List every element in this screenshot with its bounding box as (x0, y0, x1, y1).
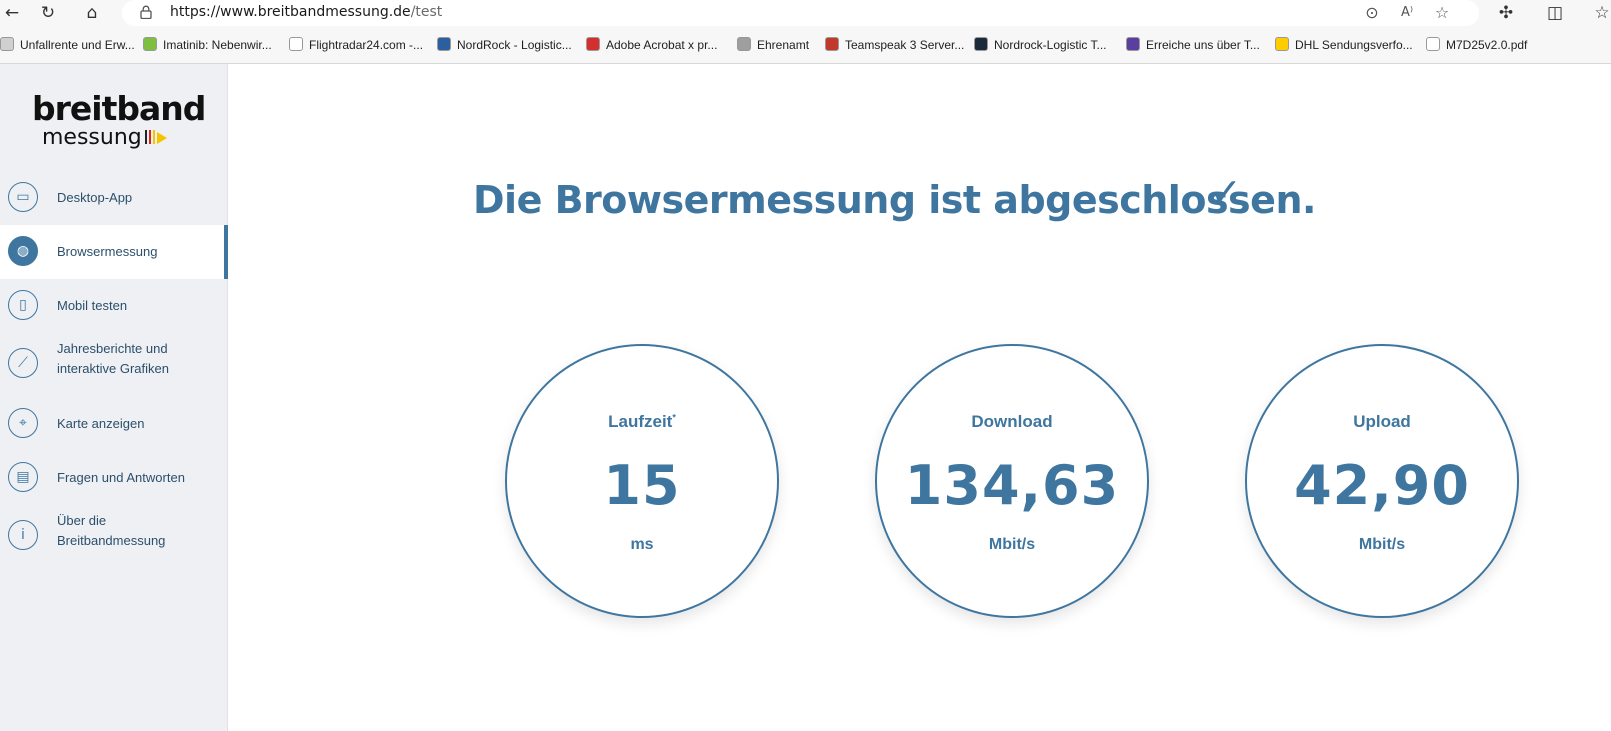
completion-title: Die Browsermessung ist abgeschlossen. (473, 178, 1316, 222)
bookmark-favicon-icon (289, 37, 303, 51)
bookmark-item[interactable]: Imatinib: Nebenwir... (143, 35, 272, 55)
result-circle-download: Download 134,63 Mbit/s (875, 344, 1149, 618)
bookmark-favicon-icon (1275, 37, 1289, 51)
result-value: 42,90 (1294, 454, 1470, 517)
sidebar-item-map-pin[interactable]: ⌖ Karte anzeigen (0, 397, 228, 451)
bookmark-label: Teamspeak 3 Server... (845, 38, 965, 52)
bookmark-item[interactable]: Adobe Acrobat x pr... (586, 35, 717, 55)
bookmark-favicon-icon (1126, 37, 1140, 51)
bookmark-label: NordRock - Logistic... (457, 38, 572, 52)
logo-play-triangle (156, 132, 167, 144)
bookmark-item[interactable]: Ehrenamt (737, 35, 809, 55)
bookmark-label: Flightradar24.com -... (309, 38, 424, 52)
map-pin-icon: ⌖ (8, 408, 38, 438)
result-value: 134,63 (904, 454, 1120, 517)
sidebar-item-chart[interactable]: ⟋ Jahresberichte und interaktive Grafiken (0, 332, 228, 396)
bookmark-item[interactable]: M7D25v2.0.pdf (1426, 35, 1527, 55)
bookmark-label: Erreiche uns über T... (1146, 38, 1260, 52)
reload-icon[interactable]: ↻ (36, 2, 60, 24)
chart-icon: ⟋ (8, 348, 38, 378)
checkmark-icon: ✓ (1210, 170, 1242, 214)
sidebar-item-label: Fragen und Antworten (57, 470, 185, 485)
monitor-icon: ▭ (8, 182, 38, 212)
favorites-icon[interactable]: ☆ (1590, 2, 1611, 24)
result-circle-laufzeit: Laufzeit* 15 ms (505, 344, 779, 618)
phone-icon: ▯ (8, 290, 38, 320)
bookmark-item[interactable]: DHL Sendungsverfo... (1275, 35, 1413, 55)
logo-bottom-row: messung (42, 126, 205, 150)
bookmark-item[interactable]: Unfallrente und Erw... (0, 35, 135, 55)
url-host: https://www.breitbandmessung.de (170, 4, 411, 20)
result-unit: ms (630, 536, 654, 553)
result-label: Laufzeit* (608, 412, 676, 431)
bookmark-label: DHL Sendungsverfo... (1295, 38, 1413, 52)
split-screen-icon[interactable]: ◫ (1543, 2, 1567, 24)
bookmarks-bar: Unfallrente und Erw... Imatinib: Nebenwir… (0, 31, 1611, 59)
result-value: 15 (603, 454, 681, 517)
sidebar-item-monitor[interactable]: ▭ Desktop-App (0, 171, 228, 225)
sidebar-item-label: Über die Breitbandmessung (57, 513, 166, 548)
extensions-icon[interactable]: ✣ (1494, 2, 1518, 24)
bookmark-item[interactable]: Flightradar24.com -... (289, 35, 423, 55)
sidebar-item-label: Mobil testen (57, 298, 128, 313)
bookmark-label: Adobe Acrobat x pr... (606, 38, 718, 52)
favorite-star-icon[interactable]: ☆ (1431, 2, 1453, 24)
address-bar[interactable]: https://www.breitbandmessung.de/test ⊙ A… (122, 0, 1479, 26)
bookmark-favicon-icon (437, 37, 451, 51)
bookmark-favicon-icon (1426, 37, 1440, 51)
bookmark-label: Unfallrente und Erw... (20, 38, 135, 52)
bookmark-item[interactable]: NordRock - Logistic... (437, 35, 572, 55)
globe-icon: ◍ (8, 236, 38, 266)
result-unit: Mbit/s (1358, 536, 1406, 553)
bookmark-favicon-icon (0, 37, 14, 51)
home-icon[interactable]: ⌂ (80, 2, 104, 24)
browser-chrome: ← ↻ ⌂ https://www.breitbandmessung.de/te… (0, 0, 1611, 64)
sidebar-item-label: Browsermessung (57, 244, 158, 259)
bookmark-favicon-icon (974, 37, 988, 51)
location-icon[interactable]: ⊙ (1361, 2, 1383, 24)
logo-flag-bars (144, 126, 157, 150)
result-label: Upload (1353, 412, 1411, 431)
navigation-bar: ← ↻ ⌂ https://www.breitbandmessung.de/te… (0, 0, 1611, 26)
bookmark-item[interactable]: Nordrock-Logistic T... (974, 35, 1106, 55)
bookmark-label: Nordrock-Logistic T... (994, 38, 1107, 52)
main-content: Die Browsermessung ist abgeschlossen. ✓ … (228, 64, 1611, 731)
bookmark-favicon-icon (825, 37, 839, 51)
read-aloud-icon[interactable]: A⁾ (1396, 2, 1418, 24)
sidebar-item-info[interactable]: i Über die Breitbandmessung (0, 504, 228, 568)
sidebar-item-chat[interactable]: ▤ Fragen und Antworten (0, 451, 228, 505)
sidebar-item-label: Desktop-App (57, 190, 133, 205)
bookmark-favicon-icon (737, 37, 751, 51)
bookmark-label: Imatinib: Nebenwir... (163, 38, 272, 52)
footnote-marker: * (672, 412, 676, 423)
sidebar: breitband messung ▭ Desktop-App ◍ Browserme… (0, 64, 228, 731)
result-label: Download (971, 412, 1053, 431)
logo-text-bottom: messung (42, 125, 142, 150)
sidebar-item-globe[interactable]: ◍ Browsermessung (0, 225, 228, 279)
lock-icon (140, 5, 152, 19)
bookmark-item[interactable]: Teamspeak 3 Server... (825, 35, 964, 55)
sidebar-item-phone[interactable]: ▯ Mobil testen (0, 279, 228, 333)
url-text: https://www.breitbandmessung.de/test (170, 4, 442, 20)
sidebar-item-label: Jahresberichte und interaktive Grafiken (57, 341, 169, 376)
sidebar-item-label: Karte anzeigen (57, 416, 145, 431)
chat-icon: ▤ (8, 462, 38, 492)
result-circle-upload: Upload 42,90 Mbit/s (1245, 344, 1519, 618)
url-path: /test (410, 4, 443, 20)
breitbandmessung-logo[interactable]: breitband messung (32, 89, 206, 150)
bookmark-label: M7D25v2.0.pdf (1446, 38, 1528, 52)
logo-text-top: breitband (32, 89, 206, 128)
bookmark-label: Ehrenamt (757, 38, 810, 52)
bookmark-favicon-icon (586, 37, 600, 51)
result-unit: Mbit/s (988, 536, 1036, 553)
bookmark-favicon-icon (143, 37, 157, 51)
bookmark-item[interactable]: Erreiche uns über T... (1126, 35, 1260, 55)
info-icon: i (8, 520, 38, 550)
back-arrow-icon[interactable]: ← (0, 2, 24, 24)
